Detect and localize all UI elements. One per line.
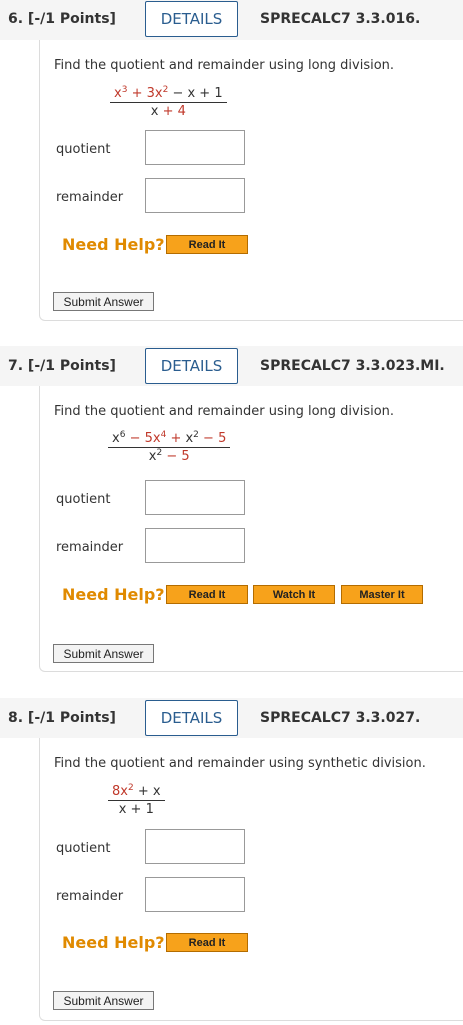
quotient-input[interactable] — [145, 480, 245, 515]
remainder-label: remainder — [56, 540, 124, 555]
watch-it-button[interactable]: Watch It — [253, 585, 335, 604]
read-it-button[interactable]: Read It — [166, 933, 248, 952]
math-expression: x3 + 3x2 − x + 1 x + 4 — [110, 86, 227, 119]
need-help-label: Need Help? — [62, 933, 165, 952]
submit-answer-button[interactable]: Submit Answer — [53, 644, 154, 663]
remainder-input[interactable] — [145, 528, 245, 563]
question-code: SPRECALC7 3.3.023.MI. — [260, 358, 445, 374]
question-code: SPRECALC7 3.3.016. — [260, 11, 421, 27]
master-it-button[interactable]: Master It — [341, 585, 423, 604]
question-box — [39, 386, 463, 672]
question-code: SPRECALC7 3.3.027. — [260, 710, 421, 726]
question-box — [39, 40, 463, 321]
question-number: 8. [-/1 Points] — [8, 710, 116, 726]
question-number: 6. [-/1 Points] — [8, 11, 116, 27]
question-box — [39, 738, 463, 1021]
read-it-button[interactable]: Read It — [166, 585, 248, 604]
remainder-input[interactable] — [145, 877, 245, 912]
details-button[interactable]: DETAILS — [145, 700, 238, 736]
read-it-button[interactable]: Read It — [166, 235, 248, 254]
instruction-text: Find the quotient and remainder using lo… — [54, 58, 395, 73]
instruction-text: Find the quotient and remainder using lo… — [54, 404, 395, 419]
submit-answer-button[interactable]: Submit Answer — [53, 292, 154, 311]
remainder-label: remainder — [56, 190, 124, 205]
quotient-label: quotient — [56, 841, 111, 856]
quotient-input[interactable] — [145, 829, 245, 864]
remainder-input[interactable] — [145, 178, 245, 213]
details-button[interactable]: DETAILS — [145, 348, 238, 384]
remainder-label: remainder — [56, 889, 124, 904]
need-help-label: Need Help? — [62, 585, 165, 604]
math-expression: 8x2 + x x + 1 — [108, 784, 165, 817]
math-expression: x6 − 5x4 + x2 − 5 x2 − 5 — [108, 431, 231, 464]
instruction-text: Find the quotient and remainder using sy… — [54, 756, 426, 771]
submit-answer-button[interactable]: Submit Answer — [53, 991, 154, 1010]
need-help-label: Need Help? — [62, 235, 165, 254]
details-button[interactable]: DETAILS — [145, 1, 238, 37]
quotient-input[interactable] — [145, 130, 245, 165]
quotient-label: quotient — [56, 492, 111, 507]
question-number: 7. [-/1 Points] — [8, 358, 116, 374]
quotient-label: quotient — [56, 142, 111, 157]
